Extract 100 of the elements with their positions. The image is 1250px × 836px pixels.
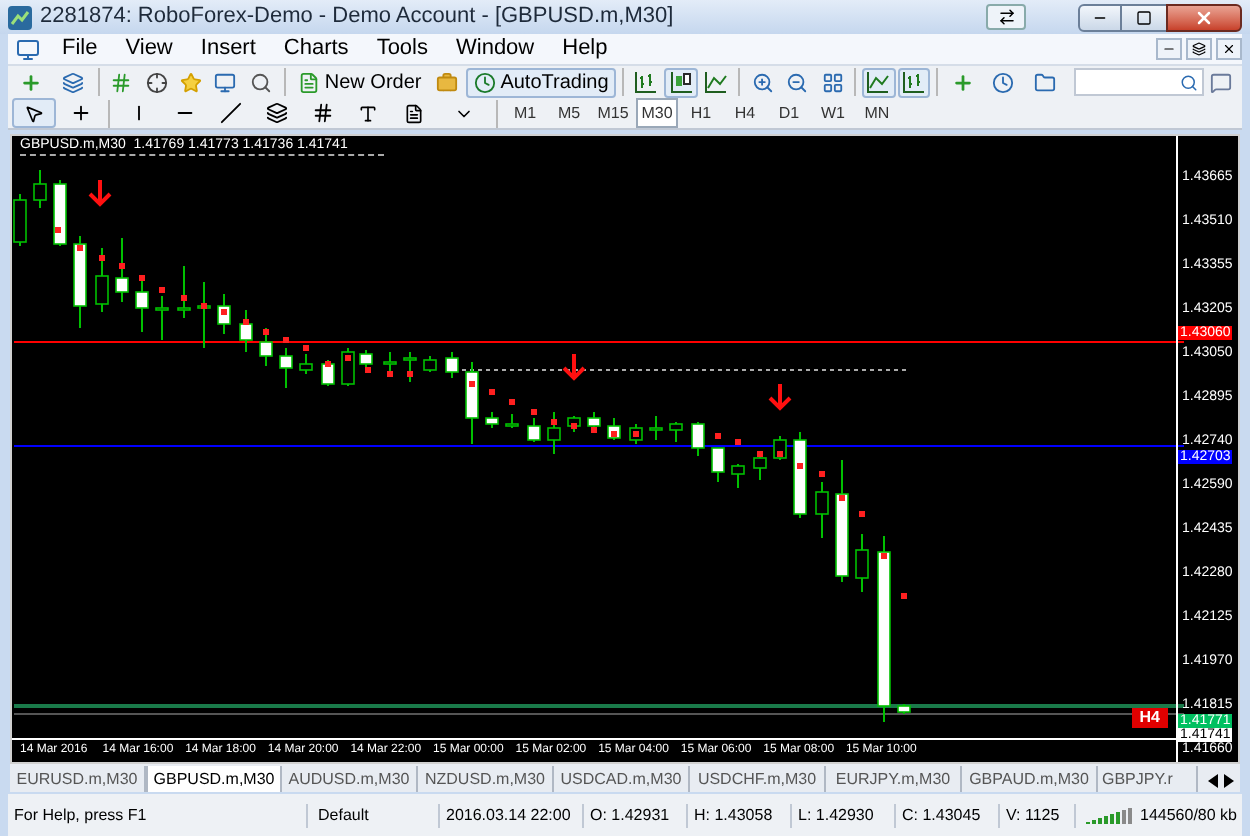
right-triangle-icon (1224, 773, 1234, 787)
candle (403, 351, 417, 383)
timeframe-button[interactable]: D1 (768, 98, 810, 128)
mdi-restore-button[interactable] (1186, 38, 1212, 60)
status-profile: Default (308, 803, 440, 827)
candle (135, 275, 149, 333)
maximize-button[interactable] (1122, 3, 1166, 31)
chart-tab[interactable]: EURJPY.m,M30 (826, 766, 962, 792)
candle (73, 235, 87, 329)
candle (95, 247, 109, 313)
candle (341, 347, 355, 387)
text-label-icon (404, 103, 424, 123)
candle (259, 327, 273, 367)
candle (649, 415, 663, 441)
down-arrow-icon (88, 178, 112, 207)
grid-icon (110, 71, 133, 93)
chart-tab[interactable]: GBPAUD.m,M30 (962, 766, 1098, 792)
mdi-close-button[interactable] (1216, 38, 1242, 60)
menu-item[interactable]: Tools (362, 32, 442, 66)
timeframe-button[interactable]: M30 (636, 98, 678, 128)
document-icon (298, 71, 321, 93)
candle (793, 431, 807, 519)
status-close: C: 1.43045 (896, 803, 1000, 827)
search-field[interactable] (1073, 68, 1204, 96)
candle (321, 359, 335, 387)
briefcase-icon (436, 71, 459, 93)
menu-item[interactable]: Window (442, 32, 549, 66)
status-traffic: 144560/80 kb (1140, 803, 1237, 827)
status-help: For Help, press F1 (8, 803, 308, 827)
timeframe-button[interactable]: H1 (680, 98, 722, 128)
mdi-minimize-button[interactable] (1156, 38, 1182, 60)
candle (359, 349, 373, 371)
candle (815, 481, 829, 539)
candle (731, 463, 745, 489)
candle (445, 351, 459, 379)
bar-chart-icon (901, 70, 926, 94)
candle (465, 361, 479, 445)
timeframe-button[interactable]: M5 (548, 98, 590, 128)
bar-chart-icon (634, 70, 659, 94)
chart-tab[interactable]: NZDUSD.m,M30 (418, 766, 554, 792)
close-button[interactable] (1166, 3, 1242, 31)
chart-tab[interactable]: GBPJPY.r (1098, 766, 1198, 792)
switch-button[interactable] (986, 4, 1026, 30)
status-volume: V: 1125 (1000, 803, 1076, 827)
chart-tab[interactable]: GBPUSD.m,M30 (146, 766, 282, 792)
star-icon (180, 71, 203, 93)
maximize-icon (1136, 9, 1152, 25)
candle (547, 411, 561, 455)
connection-bars-icon (1086, 806, 1134, 824)
menu-item[interactable]: File (48, 32, 112, 66)
cursor-button[interactable] (12, 98, 56, 128)
timeframe-button[interactable]: M15 (592, 98, 634, 128)
candle (711, 447, 725, 483)
candle (587, 411, 601, 431)
timeframe-button[interactable]: W1 (812, 98, 854, 128)
folder-icon (1033, 71, 1056, 93)
line-chart-icon (704, 70, 729, 94)
line-chart-button[interactable] (699, 67, 733, 97)
candle (115, 237, 129, 303)
candle (383, 351, 397, 375)
swap-icon (997, 8, 1015, 26)
menu-item[interactable]: Charts (269, 32, 363, 66)
chart-tab[interactable]: AUDUSD.m,M30 (282, 766, 418, 792)
zoom-out-icon (786, 71, 809, 93)
candle (753, 453, 767, 481)
autotrading-button[interactable]: AutoTrading (466, 67, 617, 97)
new-order-button[interactable]: New Order (290, 67, 430, 97)
monitor-icon (214, 71, 237, 93)
line-chart-icon (866, 70, 891, 94)
menu-item[interactable]: Help (548, 32, 622, 66)
clock-icon (992, 71, 1015, 93)
candle (485, 411, 499, 429)
trendline-icon (219, 102, 241, 124)
candle (897, 703, 911, 715)
chart-tab[interactable]: USDCHF.m,M30 (690, 766, 826, 792)
candle (217, 293, 231, 335)
timeframe-button[interactable]: M1 (504, 98, 546, 128)
autoscroll-button[interactable] (862, 67, 896, 97)
minimize-button[interactable] (1078, 3, 1122, 31)
minimize-icon (1162, 42, 1176, 56)
app-icon (8, 5, 32, 29)
candle (155, 295, 169, 341)
candle (177, 265, 191, 319)
chart-tab[interactable]: USDCAD.m,M30 (554, 766, 690, 792)
status-low: L: 1.42930 (792, 803, 896, 827)
chart-shift-button[interactable] (897, 67, 931, 97)
menu-item[interactable]: Insert (186, 32, 270, 66)
plus-icon (20, 71, 43, 93)
menu-item[interactable]: View (111, 32, 187, 66)
timeframe-button[interactable]: H4 (724, 98, 766, 128)
down-arrow-icon (562, 352, 586, 381)
candle (669, 421, 683, 443)
clock-icon (474, 71, 497, 93)
close-icon (1194, 7, 1214, 27)
candle (505, 413, 519, 429)
search-icon (249, 71, 272, 93)
candle (239, 309, 253, 353)
timeframe-button[interactable]: MN (856, 98, 898, 128)
down-arrow-icon (768, 382, 792, 411)
candlestick-button[interactable] (664, 67, 698, 97)
